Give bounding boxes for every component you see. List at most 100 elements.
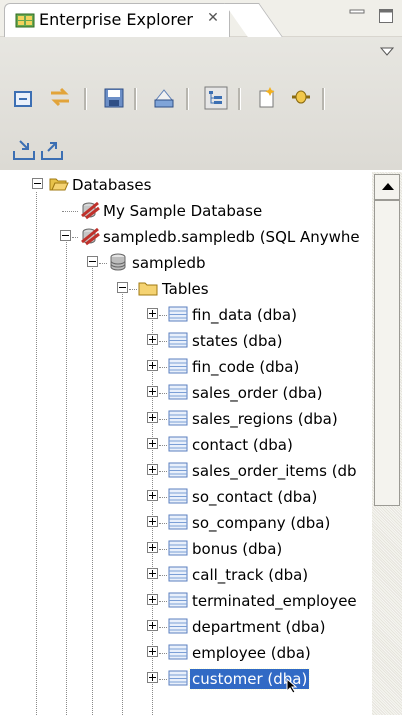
expand-toggle[interactable] <box>147 334 158 345</box>
tree-node-table[interactable]: sales_order (dba) <box>0 380 372 406</box>
collapse-toggle[interactable] <box>60 230 71 241</box>
tree-node-label: so_contact (dba) <box>192 488 318 506</box>
expand-toggle[interactable] <box>147 646 158 657</box>
plug-icon[interactable] <box>289 85 313 109</box>
tree-node-table[interactable]: call_track (dba) <box>0 562 372 588</box>
close-icon[interactable]: ✕ <box>205 10 221 26</box>
scrollbar-thumb[interactable] <box>374 200 400 506</box>
print-icon[interactable] <box>152 86 176 110</box>
maximize-icon[interactable] <box>378 8 394 24</box>
toolbar-separator <box>186 88 189 110</box>
tree-guide-line <box>159 627 167 628</box>
tree-node-table[interactable]: so_contact (dba) <box>0 484 372 510</box>
expand-toggle[interactable] <box>147 516 158 527</box>
folder-icon <box>138 282 158 296</box>
table-icon <box>168 306 188 322</box>
tree-node-label: contact (dba) <box>192 436 293 454</box>
tree-node-table[interactable]: bonus (dba) <box>0 536 372 562</box>
import-icon[interactable] <box>12 137 36 161</box>
expand-toggle[interactable] <box>147 542 158 553</box>
tree-guide-line <box>159 497 167 498</box>
tree-node-table[interactable]: fin_code (dba) <box>0 354 372 380</box>
tree-node-label: My Sample Database <box>103 202 263 220</box>
tree-node-label: so_company (dba) <box>192 514 331 532</box>
export-icon[interactable] <box>40 137 64 161</box>
new-file-icon[interactable] <box>255 85 279 109</box>
tree-guide-line <box>159 341 167 342</box>
tree-node-label: sampledb.sampledb (SQL Anywhe <box>103 228 360 246</box>
tree-node-sampledb-connection[interactable]: sampledb.sampledb (SQL Anywhe <box>0 224 372 250</box>
table-icon <box>168 384 188 400</box>
tree-guide-line <box>159 315 167 316</box>
tree-node-table[interactable]: fin_data (dba) <box>0 302 372 328</box>
tree-node-my-sample-database[interactable]: My Sample Database <box>0 198 372 224</box>
tree-guide-line <box>159 367 167 368</box>
collapse-toggle[interactable] <box>32 178 43 189</box>
tree-node-label: department (dba) <box>192 618 326 636</box>
tree-node-table[interactable]: department (dba) <box>0 614 372 640</box>
table-icon <box>168 488 188 504</box>
link-with-editor-icon[interactable] <box>48 85 72 109</box>
database-tree[interactable]: Databases My Sample Database sampledb.sa… <box>0 172 372 715</box>
minimize-icon[interactable] <box>348 8 366 20</box>
tree-node-label: call_track (dba) <box>192 566 309 584</box>
collapse-all-icon[interactable] <box>11 87 35 111</box>
tree-guide-line <box>159 419 167 420</box>
database-connection-icon <box>81 201 100 220</box>
toolbar-separator <box>322 88 325 110</box>
database-connection-icon <box>81 227 100 246</box>
table-icon <box>168 592 188 608</box>
tree-node-sampledb[interactable]: sampledb <box>0 250 372 276</box>
expand-toggle[interactable] <box>147 464 158 475</box>
tree-guide-line <box>159 679 167 680</box>
save-icon[interactable] <box>102 86 126 110</box>
tree-node-label: Tables <box>162 280 209 298</box>
scroll-up-button[interactable] <box>374 174 400 200</box>
tree-node-tables[interactable]: Tables <box>0 276 372 302</box>
expand-toggle[interactable] <box>147 568 158 579</box>
collapse-toggle[interactable] <box>87 256 98 267</box>
tree-guide-line <box>159 523 167 524</box>
view-menu-icon[interactable] <box>380 47 394 57</box>
tree-node-table[interactable]: employee (dba) <box>0 640 372 666</box>
tree-node-table[interactable]: sales_order_items (db <box>0 458 372 484</box>
expand-toggle[interactable] <box>147 412 158 423</box>
table-icon <box>168 332 188 348</box>
tree-node-table[interactable]: states (dba) <box>0 328 372 354</box>
tree-node-label: sales_order_items (db <box>192 462 357 480</box>
tree-node-table[interactable]: terminated_employee <box>0 588 372 614</box>
expand-toggle[interactable] <box>147 386 158 397</box>
expand-toggle[interactable] <box>147 490 158 501</box>
tree-node-label: fin_data (dba) <box>192 306 297 324</box>
table-icon <box>168 540 188 556</box>
expand-toggle[interactable] <box>147 438 158 449</box>
tree-node-table[interactable]: sales_regions (dba) <box>0 406 372 432</box>
table-icon <box>168 410 188 426</box>
tree-guide-line <box>72 237 78 238</box>
tree-node-table[interactable]: contact (dba) <box>0 432 372 458</box>
view-tab-bar: Enterprise Explorer ✕ <box>0 0 402 37</box>
expand-toggle[interactable] <box>147 594 158 605</box>
tree-node-label: Databases <box>72 176 152 194</box>
tree-node-table-selected[interactable]: customer (dba) <box>0 666 372 694</box>
tree-guide-line <box>159 575 167 576</box>
tab-enterprise-explorer[interactable]: Enterprise Explorer ✕ <box>4 3 230 37</box>
view-toolbar-area <box>0 37 402 170</box>
expand-toggle[interactable] <box>147 360 158 371</box>
toolbar-separator <box>238 88 241 110</box>
hierarchy-icon[interactable] <box>204 86 228 110</box>
expand-toggle[interactable] <box>147 672 158 683</box>
mouse-cursor-icon <box>286 678 298 694</box>
tree-guide-line <box>99 263 107 264</box>
table-icon <box>168 644 188 660</box>
table-icon <box>168 514 188 530</box>
toolbar-separator <box>84 88 87 110</box>
expand-toggle[interactable] <box>147 620 158 631</box>
tree-node-databases[interactable]: Databases <box>0 172 372 198</box>
tree-node-table[interactable]: so_company (dba) <box>0 510 372 536</box>
tree-node-label: terminated_employee <box>192 592 357 610</box>
table-icon <box>168 462 188 478</box>
expand-toggle[interactable] <box>147 308 158 319</box>
tree-node-label: bonus (dba) <box>192 540 283 558</box>
collapse-toggle[interactable] <box>117 282 128 293</box>
